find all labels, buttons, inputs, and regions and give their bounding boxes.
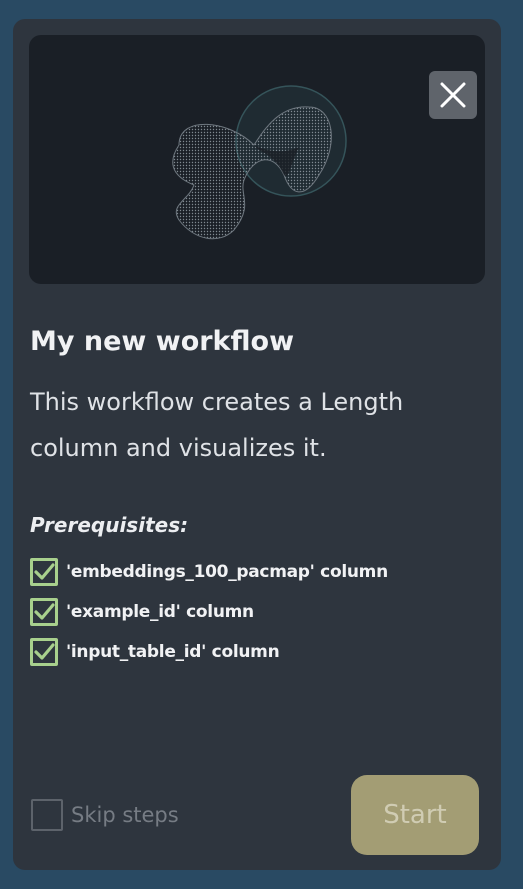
prerequisite-label: 'embeddings_100_pacmap' column bbox=[66, 562, 388, 582]
checkmark-icon bbox=[30, 598, 58, 626]
checkmark-icon bbox=[30, 638, 58, 666]
workflow-description: This workflow creates a Length column an… bbox=[30, 388, 404, 462]
workflow-illustration bbox=[29, 35, 485, 284]
workflow-title: My new workflow bbox=[30, 326, 295, 357]
prerequisite-label: 'example_id' column bbox=[66, 602, 254, 622]
prerequisites-list: 'embeddings_100_pacmap' column 'example_… bbox=[30, 552, 388, 672]
start-button[interactable]: Start bbox=[351, 775, 479, 855]
skip-steps-checkbox[interactable] bbox=[31, 799, 63, 831]
close-icon bbox=[440, 82, 466, 108]
prerequisite-item: 'input_table_id' column bbox=[30, 632, 388, 672]
prerequisites-heading: Prerequisites: bbox=[30, 513, 189, 537]
close-button[interactable] bbox=[429, 71, 477, 119]
prerequisite-label: 'input_table_id' column bbox=[66, 642, 280, 662]
skip-steps-label[interactable]: Skip steps bbox=[71, 803, 179, 827]
checkmark-icon bbox=[30, 558, 58, 586]
prerequisite-item: 'example_id' column bbox=[30, 592, 388, 632]
workflow-dialog: My new workflow This workflow creates a … bbox=[13, 19, 501, 870]
prerequisite-item: 'embeddings_100_pacmap' column bbox=[30, 552, 388, 592]
skip-steps-control[interactable]: Skip steps bbox=[31, 799, 179, 831]
embedding-blob-illustration bbox=[172, 85, 347, 240]
